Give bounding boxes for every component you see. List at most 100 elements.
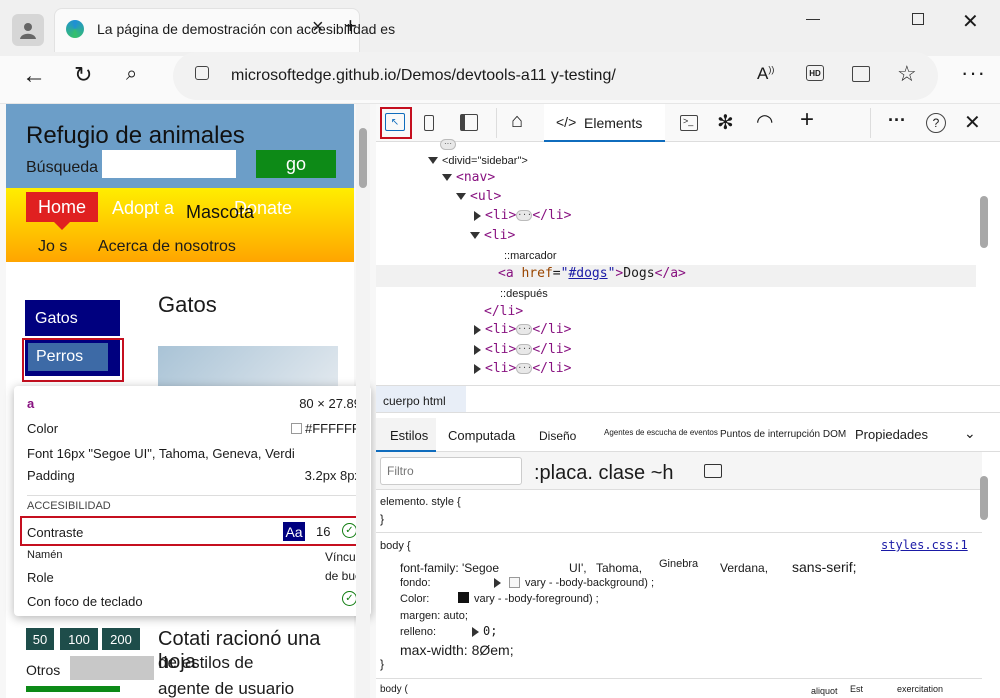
nav-home[interactable]: Home [26,192,98,222]
margin-decl[interactable]: margen: auto; [400,610,468,622]
heading-gatos: Gatos [158,292,217,317]
cat-image [158,346,338,386]
styles-link[interactable]: styles.css:1 [881,538,968,552]
maxwidth-decl[interactable]: max-width: 8Øem; [400,642,514,658]
dom-ul[interactable]: <ul> [456,189,501,209]
ff-verdana: Verdana, [720,561,769,575]
rule-selector[interactable]: body { [380,540,411,552]
subtab-computada[interactable]: Computada [448,428,515,443]
device-emulation-icon[interactable] [424,115,434,131]
color-swatch-icon [291,423,302,434]
url-text[interactable]: microsoftedge.github.io/Demos/devtools-a… [231,67,616,85]
main-text-3: agente de usuario [158,679,295,698]
dom-li-collapsed[interactable]: <li>···</li> [474,208,571,228]
bug-icon[interactable]: ✻ [717,110,734,135]
read-aloud-icon[interactable]: A)) [757,64,774,84]
padding-label[interactable]: relleno: [400,626,436,638]
tooltip-color-label: Color [27,421,59,436]
page-scrollbar-thumb[interactable] [359,128,367,188]
size-50[interactable]: 50 [26,628,54,650]
devtools-more-icon[interactable]: ··· [888,110,906,131]
refresh-icon[interactable]: ↻ [74,62,92,88]
expand-icon[interactable] [494,578,501,588]
help-icon[interactable]: ? [926,113,946,133]
dom-anchor[interactable]: <a href="#dogs">Dogs</a> [498,266,686,286]
dom-li-close[interactable]: </li> [484,304,523,324]
add-tab-icon[interactable]: + [800,106,814,134]
close-window-icon[interactable]: ✕ [962,9,979,34]
minimize-icon[interactable] [806,19,820,20]
console-icon[interactable]: >_ [680,115,698,131]
home-pointer [54,222,70,230]
size-100[interactable]: 100 [60,628,98,650]
rule-divider [376,532,982,533]
otros-input[interactable] [70,656,154,680]
ff-label[interactable]: font-family: 'Segoe [400,561,499,575]
filter-tools[interactable]: :placa. clase ~h [534,462,674,485]
inspect-tool-icon[interactable]: ↖ [385,113,405,131]
profile-avatar[interactable] [12,14,44,46]
hd-icon[interactable]: HD [806,65,824,81]
person-icon [20,23,36,39]
dom-li-open[interactable]: <li> [470,228,515,248]
subtab-estilos[interactable]: Estilos [390,428,428,443]
tooltip-contrast-value: 16 [316,524,331,539]
inspect-tooltip: a 80 × 27.89 Color #FFFFFF Font 16px "Se… [14,386,371,616]
ff-sans: sans-serif; [792,559,857,575]
tooltip-padding-value: 3.2px 8px [304,468,361,483]
fg-swatch-icon[interactable] [458,592,469,603]
tooltip-color-value: #FFFFFF [305,421,360,436]
nav-jobs[interactable]: Jo s [38,238,67,256]
reader-icon[interactable] [852,66,870,82]
nav-about[interactable]: Acerca de nosotros [98,238,236,256]
element-style-selector[interactable]: elemento. style { [380,496,461,508]
dom-nav[interactable]: <nav> [442,170,495,190]
filter-input[interactable] [380,457,522,485]
dom-li-4[interactable]: <li>···</li> [474,361,571,381]
network-icon[interactable]: ◠ [756,109,773,134]
focus-check-icon: ✓ [342,591,357,606]
sidebar-gatos[interactable]: Gatos [25,300,120,336]
back-icon[interactable]: ← [22,62,46,90]
dom-li-3[interactable]: <li>···</li> [474,342,571,362]
breadcrumb[interactable]: cuerpo html [383,394,446,408]
maximize-icon[interactable] [912,13,924,25]
chevron-down-icon[interactable]: ⌄ [964,425,976,442]
toolbar-divider-2 [870,108,871,138]
dom-div-sidebar[interactable]: <divid="sidebar"> [428,152,528,172]
bg-label[interactable]: fondo: [400,577,431,589]
lock-icon[interactable] [195,66,209,80]
dom-scrollbar[interactable] [978,144,992,380]
dom-scrollbar-thumb[interactable] [980,196,988,248]
close-devtools-icon[interactable]: ✕ [964,110,981,135]
bottom-a: aliquot [811,686,838,696]
dock-icon[interactable] [460,114,478,131]
bottom-selector[interactable]: body ( [380,684,408,695]
close-tab-icon[interactable]: × [312,17,324,37]
favorite-icon[interactable]: ☆ [897,61,917,87]
page-search-input[interactable] [102,150,236,178]
subtab-propiedades[interactable]: Propiedades [855,427,928,442]
toolbar-divider [496,108,497,138]
subtab-listeners[interactable]: Agentes de escucha de eventos [604,428,718,437]
otros-label: Otros [26,662,61,678]
tooltip-name-label: Namén [27,549,63,561]
nav-adopt[interactable]: Adopt a [112,198,174,219]
search-icon[interactable]: ⌕ [126,63,137,86]
bg-swatch-icon[interactable] [509,577,520,588]
nav-mascota[interactable]: Mascota [186,202,254,223]
toggle-sidebar-icon[interactable] [704,464,722,478]
more-icon[interactable]: ··· [961,60,986,86]
subtab-diseno[interactable]: Diseño [539,429,576,443]
go-button[interactable]: go [256,150,336,178]
page-scrollbar[interactable] [356,104,370,698]
color-label[interactable]: Color: [400,593,429,605]
dom-li-2[interactable]: <li>···</li> [474,322,571,342]
size-200[interactable]: 200 [102,628,140,650]
expand-padding-icon[interactable] [472,627,479,637]
contrast-check-icon: ✓ [342,523,357,538]
subtab-breakpoints[interactable]: Puntos de interrupción DOM [720,429,846,440]
styles-scrollbar-thumb[interactable] [980,476,988,520]
welcome-icon[interactable]: ⌂ [511,110,523,133]
new-tab-icon[interactable]: + [344,15,357,37]
